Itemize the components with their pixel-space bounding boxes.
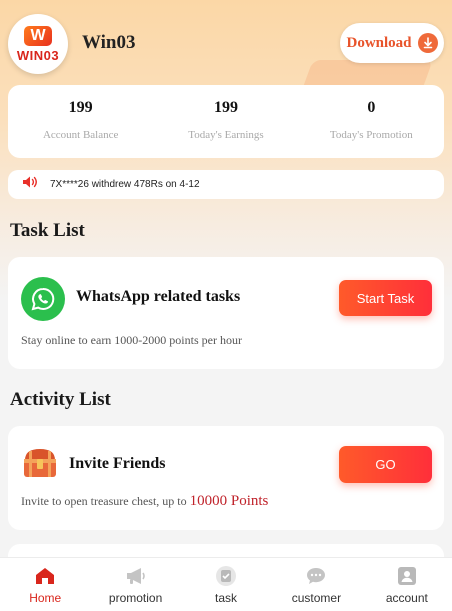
activity-description: Invite to open treasure chest, up to 100… <box>21 493 268 510</box>
stat-value: 199 <box>213 99 238 116</box>
stat-value: 199 <box>68 99 93 116</box>
stats-card: 199 Account Balance 199 Today's Earnings… <box>8 85 444 158</box>
treasure-chest-icon <box>21 446 59 480</box>
activity-card-invite: Invite Friends GO Invite to open treasur… <box>8 426 444 530</box>
notice-text: 7X****26 withdrew 478Rs on 4-12 <box>50 179 200 190</box>
download-label: Download <box>346 34 412 51</box>
user-icon <box>395 565 419 587</box>
tab-home[interactable]: Home <box>0 558 90 611</box>
speaker-icon <box>22 175 38 194</box>
activity-title: Invite Friends <box>69 455 166 472</box>
chat-icon <box>304 565 328 587</box>
bottom-tab-bar: Home promotion task customer account <box>0 557 452 611</box>
download-icon <box>417 33 438 53</box>
tab-label: promotion <box>108 591 163 605</box>
app-logo: W WIN03 <box>8 14 68 74</box>
stat-label: Today's Earnings <box>188 129 264 141</box>
start-task-button[interactable]: Start Task <box>339 280 432 316</box>
stat-account-balance: 199 Account Balance <box>8 85 153 158</box>
stat-label: Today's Promotion <box>329 129 413 141</box>
tab-customer[interactable]: customer <box>271 558 361 611</box>
tab-label: customer <box>291 591 342 605</box>
stat-todays-promotion: 0 Today's Promotion <box>299 85 444 158</box>
tab-promotion[interactable]: promotion <box>90 558 180 611</box>
tab-account[interactable]: account <box>362 558 452 611</box>
task-list-title: Task List <box>10 220 85 241</box>
app-name: Win03 <box>82 32 136 53</box>
home-icon <box>33 565 57 587</box>
stat-label: Account Balance <box>42 129 119 141</box>
task-card-whatsapp: WhatsApp related tasks Start Task Stay o… <box>8 257 444 369</box>
app-header: W WIN03 Win03 Download <box>8 14 444 74</box>
logo-text: WIN03 <box>16 47 60 63</box>
stat-value: 0 <box>367 99 376 116</box>
activity-list-title: Activity List <box>10 389 111 410</box>
activity-description-text: Invite to open treasure chest, up to <box>21 494 187 508</box>
tab-label: task <box>215 591 238 605</box>
points-highlight: 10000 Points <box>189 493 269 509</box>
task-title: WhatsApp related tasks <box>76 288 241 305</box>
megaphone-icon <box>124 565 148 587</box>
logo-mark: W <box>24 25 52 46</box>
tab-label: Home <box>29 591 62 605</box>
tab-task[interactable]: task <box>181 558 271 611</box>
tab-label: account <box>385 591 428 605</box>
task-description: Stay online to earn 1000-2000 points per… <box>21 333 242 347</box>
go-button[interactable]: GO <box>339 446 432 483</box>
stat-todays-earnings: 199 Today's Earnings <box>153 85 298 158</box>
download-button[interactable]: Download <box>340 23 444 63</box>
whatsapp-icon <box>21 277 65 321</box>
task-icon <box>214 565 238 587</box>
withdraw-notice: 7X****26 withdrew 478Rs on 4-12 <box>8 170 444 199</box>
